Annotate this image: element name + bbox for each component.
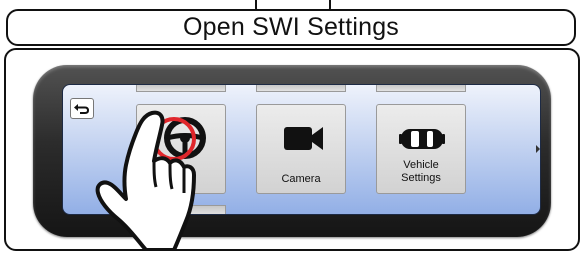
vehicle-settings-tile[interactable]: Vehicle Settings xyxy=(376,104,466,194)
tile-row-above xyxy=(256,85,346,92)
vehicle-settings-tile-label: Vehicle Settings xyxy=(401,159,441,184)
tile-row-above xyxy=(376,85,466,92)
scroll-right-icon[interactable] xyxy=(536,145,540,153)
camera-tile-label: Camera xyxy=(281,173,321,185)
instruction-title: Open SWI Settings xyxy=(183,13,399,41)
tile-row-above xyxy=(136,85,226,92)
camera-tile[interactable]: Camera xyxy=(256,104,346,194)
back-button[interactable] xyxy=(70,98,94,119)
car-top-view-icon xyxy=(399,129,445,149)
video-camera-icon xyxy=(284,127,323,150)
pointing-hand-icon xyxy=(95,110,196,250)
back-arrow-icon xyxy=(74,104,90,114)
instruction-figure: Open SWI Settings SWI xyxy=(0,0,584,253)
instruction-banner: Open SWI Settings xyxy=(6,9,576,46)
